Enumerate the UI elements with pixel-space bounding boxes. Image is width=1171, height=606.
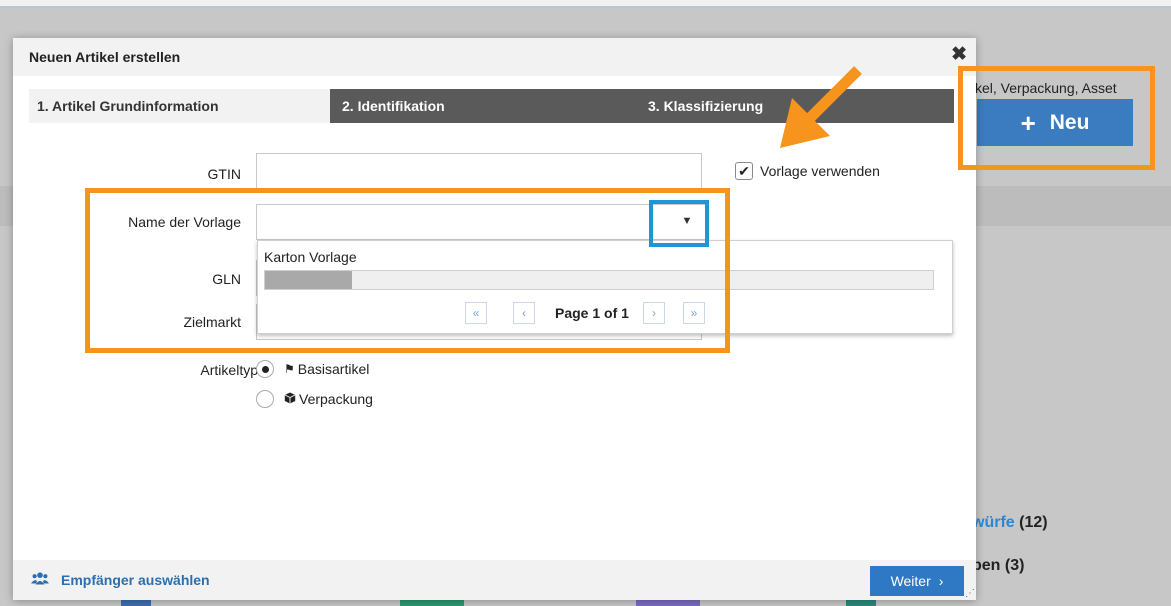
background-stat[interactable]: ben (3) [972, 557, 1024, 575]
annotation-highlight-neu [958, 66, 1155, 170]
use-template-label: Vorlage verwenden [760, 163, 880, 179]
tab-step-1[interactable]: 1. Artikel Grundinformation [29, 89, 330, 123]
chevron-right-icon: › [938, 573, 944, 589]
radio-verpackung[interactable]: Verpackung [256, 390, 373, 408]
use-template-checkbox-row[interactable]: ✔ Vorlage verwenden [735, 162, 880, 180]
step-label: 2. Identifikation [342, 98, 445, 114]
dialog-footer: Empfänger auswählen Weiter › ⋰ [13, 560, 976, 600]
resize-grip-icon[interactable]: ⋰ [965, 588, 975, 599]
radio-button[interactable] [256, 360, 274, 378]
select-recipients-link[interactable]: Empfänger auswählen [31, 572, 210, 588]
tab-step-2[interactable]: 2. Identifikation [330, 89, 636, 123]
select-recipients-label: Empfänger auswählen [61, 572, 210, 588]
close-icon[interactable]: ✖ [951, 45, 967, 64]
annotation-highlight-template [85, 188, 730, 353]
use-template-checkbox[interactable]: ✔ [735, 162, 753, 180]
dialog-title: Neuen Artikel erstellen [29, 49, 181, 65]
radio-basisartikel[interactable]: ⚑ Basisartikel [256, 360, 369, 378]
radio-dot [261, 365, 269, 373]
step-label: 3. Klassifizierung [648, 98, 764, 114]
article-type-label: Artikeltyp [200, 362, 258, 378]
flag-icon: ⚑ [284, 362, 295, 376]
background-stat-count: (12) [1014, 514, 1048, 531]
radio-button[interactable] [256, 390, 274, 408]
users-icon [31, 572, 49, 588]
next-button[interactable]: Weiter › [870, 566, 964, 596]
annotation-highlight-dropdown-button [649, 200, 709, 247]
radio-text: Verpackung [299, 391, 373, 407]
background-stat[interactable]: würfe (12) [972, 514, 1048, 532]
background-stat-count: ben (3) [972, 557, 1025, 574]
step-label: 1. Artikel Grundinformation [37, 98, 219, 114]
next-button-label: Weiter [890, 573, 931, 589]
radio-text: Basisartikel [297, 361, 370, 377]
radio-label: ⚑ Basisartikel [284, 361, 369, 377]
cube-icon [284, 392, 296, 407]
gtin-label: GTIN [207, 166, 241, 182]
radio-label: Verpackung [284, 391, 373, 407]
gtin-input[interactable] [256, 153, 702, 189]
background-stat-link: würfe [972, 514, 1015, 531]
annotation-arrow-icon [780, 66, 862, 148]
background-topbar [0, 0, 1171, 8]
